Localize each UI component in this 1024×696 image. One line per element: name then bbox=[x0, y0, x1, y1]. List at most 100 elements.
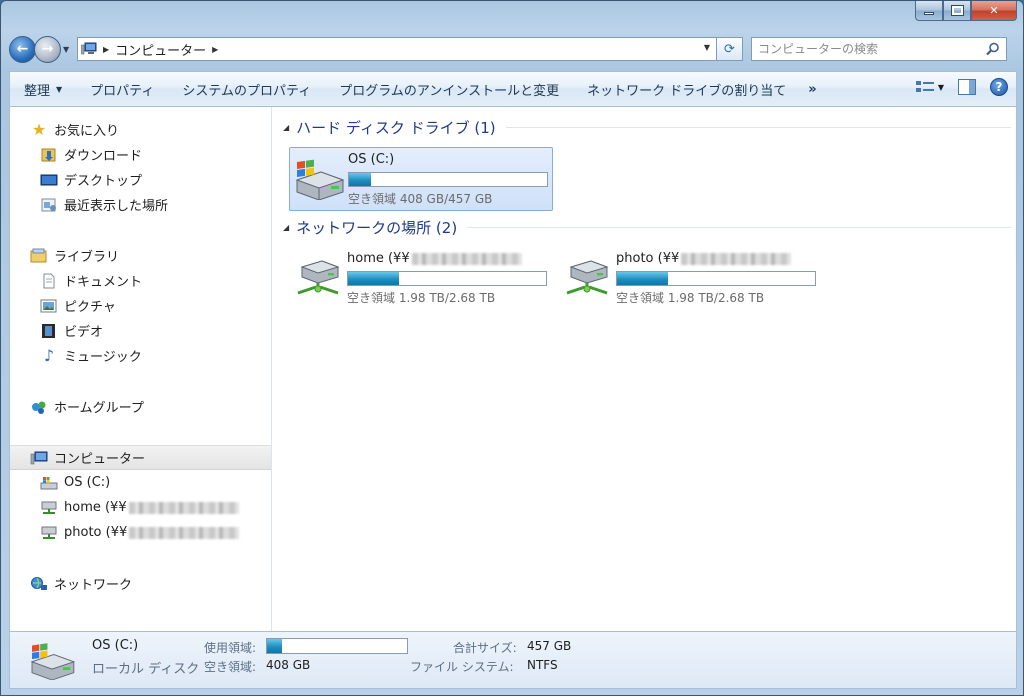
sidebar-item-photo-drive[interactable]: photo (¥¥ bbox=[10, 520, 271, 545]
sidebar-item-label: ホームグループ bbox=[54, 401, 144, 416]
redacted-text bbox=[411, 252, 522, 265]
sidebar-item-os-drive[interactable]: OS (C:) bbox=[10, 470, 271, 495]
network-drive-icon bbox=[289, 247, 347, 307]
help-icon[interactable]: ? bbox=[990, 78, 1008, 96]
sidebar-item-network[interactable]: ネットワーク bbox=[10, 571, 271, 596]
drive-usage-bar bbox=[347, 271, 547, 286]
caption-buttons: ✕ bbox=[915, 1, 1017, 23]
sidebar-item-pictures[interactable]: ピクチャ bbox=[10, 293, 271, 318]
group-title: ハード ディスク ドライブ (1) bbox=[296, 119, 496, 137]
sidebar-item-computer[interactable]: コンピューター bbox=[10, 445, 271, 470]
sidebar-item-desktop[interactable]: デスクトップ bbox=[10, 167, 271, 192]
view-options-icon bbox=[915, 81, 934, 92]
address-dropdown-icon[interactable]: ▼ bbox=[704, 43, 710, 52]
group-title: ネットワークの場所 (2) bbox=[296, 219, 458, 237]
pictures-icon bbox=[40, 299, 57, 312]
sidebar-item-downloads[interactable]: ダウンロード bbox=[10, 142, 271, 167]
properties-button[interactable]: プロパティ bbox=[76, 72, 168, 106]
downloads-folder-icon bbox=[41, 148, 56, 161]
library-icon bbox=[30, 248, 47, 262]
file-list: ◢ ハード ディスク ドライブ (1) OS (C:) 空き領域 408 GB/… bbox=[273, 107, 1016, 631]
breadcrumb-separator-icon[interactable]: ▶ bbox=[212, 45, 218, 54]
map-network-drive-button[interactable]: ネットワーク ドライブの割り当て bbox=[573, 72, 800, 106]
organize-menu[interactable]: 整理 ▼ bbox=[10, 72, 76, 106]
collapse-arrow-icon[interactable]: ◢ bbox=[283, 223, 289, 232]
sidebar-item-music[interactable]: ♪ ミュージック bbox=[10, 343, 271, 368]
uninstall-program-button[interactable]: プログラムのアンインストールと変更 bbox=[325, 72, 573, 106]
group-header-network-locations[interactable]: ◢ ネットワークの場所 (2) bbox=[283, 217, 1011, 238]
search-icon[interactable] bbox=[986, 42, 1000, 56]
command-bar-right: ▼ ? bbox=[915, 78, 1008, 96]
drive-name: photo (¥¥ bbox=[616, 251, 680, 266]
more-commands-button[interactable]: » bbox=[800, 82, 824, 97]
organize-label: 整理 bbox=[24, 83, 51, 99]
computer-icon bbox=[81, 42, 97, 55]
system-properties-button[interactable]: システムのプロパティ bbox=[168, 72, 325, 106]
forward-arrow-icon: → bbox=[41, 41, 54, 57]
sidebar-item-videos[interactable]: ビデオ bbox=[10, 318, 271, 343]
address-bar[interactable]: ▶ コンピューター ▶ ▼ bbox=[77, 37, 717, 61]
sidebar-item-label: ミュージック bbox=[64, 350, 142, 365]
music-icon: ♪ bbox=[43, 346, 55, 365]
group-header-hard-disks[interactable]: ◢ ハード ディスク ドライブ (1) bbox=[283, 117, 1011, 138]
forward-button[interactable]: → bbox=[34, 35, 61, 63]
details-total-value: 457 GB bbox=[527, 639, 572, 653]
drive-usage-bar bbox=[616, 271, 816, 286]
redacted-text bbox=[129, 526, 240, 539]
sidebar-item-homegroup[interactable]: ホームグループ bbox=[10, 394, 271, 419]
drive-usage-fill bbox=[348, 272, 400, 285]
drive-tile-os[interactable]: OS (C:) 空き領域 408 GB/457 GB bbox=[289, 147, 553, 211]
star-icon: ★ bbox=[31, 120, 47, 139]
drive-tile-home[interactable]: home (¥¥ 空き領域 1.98 TB/2.68 TB bbox=[289, 247, 553, 311]
drive-free-space: 空き領域 408 GB/457 GB bbox=[348, 192, 493, 206]
details-pane: OS (C:) ローカル ディスク 使用領域: 空き領域: 408 GB 合計サ… bbox=[9, 631, 1017, 689]
drive-tile-photo[interactable]: photo (¥¥ 空き領域 1.98 TB/2.68 TB bbox=[558, 247, 822, 311]
search-input[interactable] bbox=[758, 42, 978, 56]
details-filesystem-label: ファイル システム: bbox=[410, 660, 514, 674]
close-icon: ✕ bbox=[989, 4, 999, 17]
network-drive-icon bbox=[41, 501, 57, 514]
refresh-button[interactable]: ⟳ bbox=[717, 37, 743, 61]
view-dropdown-icon: ▼ bbox=[937, 82, 944, 92]
homegroup-icon bbox=[32, 401, 46, 414]
content-area: ★ お気に入り ダウンロード デスクトップ 最近表示した場所 ライブラリ ドキュ… bbox=[9, 107, 1017, 631]
details-filesystem-value: NTFS bbox=[527, 658, 558, 672]
recent-pages-dropdown[interactable]: ▼ bbox=[63, 45, 73, 54]
drive-usage-bar bbox=[348, 172, 548, 187]
sidebar-item-documents[interactable]: ドキュメント bbox=[10, 268, 271, 293]
command-bar: 整理 ▼ プロパティ システムのプロパティ プログラムのアンインストールと変更 ネ… bbox=[9, 71, 1017, 107]
change-view-button[interactable]: ▼ bbox=[915, 80, 944, 94]
drive-name: OS (C:) bbox=[348, 152, 395, 167]
back-arrow-icon: ← bbox=[16, 41, 29, 57]
maximize-icon bbox=[950, 5, 964, 16]
breadcrumb-computer[interactable]: コンピューター bbox=[115, 40, 206, 59]
breadcrumb-separator-icon[interactable]: ▶ bbox=[103, 45, 109, 54]
hard-drive-icon bbox=[30, 643, 76, 680]
details-used-label: 使用領域: bbox=[204, 641, 257, 655]
minimize-button[interactable] bbox=[915, 1, 943, 21]
refresh-icon: ⟳ bbox=[724, 41, 735, 57]
details-total-label: 合計サイズ: bbox=[453, 641, 517, 655]
videos-icon bbox=[42, 323, 55, 338]
sidebar-item-libraries[interactable]: ライブラリ bbox=[10, 243, 271, 268]
sidebar-item-home-drive[interactable]: home (¥¥ bbox=[10, 495, 271, 520]
dropdown-arrow-icon: ▼ bbox=[56, 84, 63, 94]
preview-pane-icon[interactable] bbox=[958, 79, 976, 95]
drive-usage-fill bbox=[617, 272, 669, 285]
minimize-icon bbox=[924, 12, 934, 15]
close-button[interactable]: ✕ bbox=[971, 1, 1017, 21]
collapse-arrow-icon[interactable]: ◢ bbox=[283, 123, 289, 132]
sidebar-item-recent-places[interactable]: 最近表示した場所 bbox=[10, 192, 271, 217]
recent-places-icon bbox=[41, 198, 56, 211]
search-box[interactable] bbox=[751, 37, 1007, 61]
sidebar-item-label: ダウンロード bbox=[64, 149, 143, 164]
sidebar-item-favorites[interactable]: ★ お気に入り bbox=[10, 117, 271, 142]
maximize-button[interactable] bbox=[943, 1, 971, 21]
back-button[interactable]: ← bbox=[9, 35, 36, 63]
sidebar-item-label: デスクトップ bbox=[64, 174, 143, 189]
sidebar-item-label: 最近表示した場所 bbox=[64, 199, 169, 214]
sidebar-item-label: OS (C:) bbox=[64, 475, 111, 490]
sidebar-item-label: ドキュメント bbox=[64, 275, 143, 290]
